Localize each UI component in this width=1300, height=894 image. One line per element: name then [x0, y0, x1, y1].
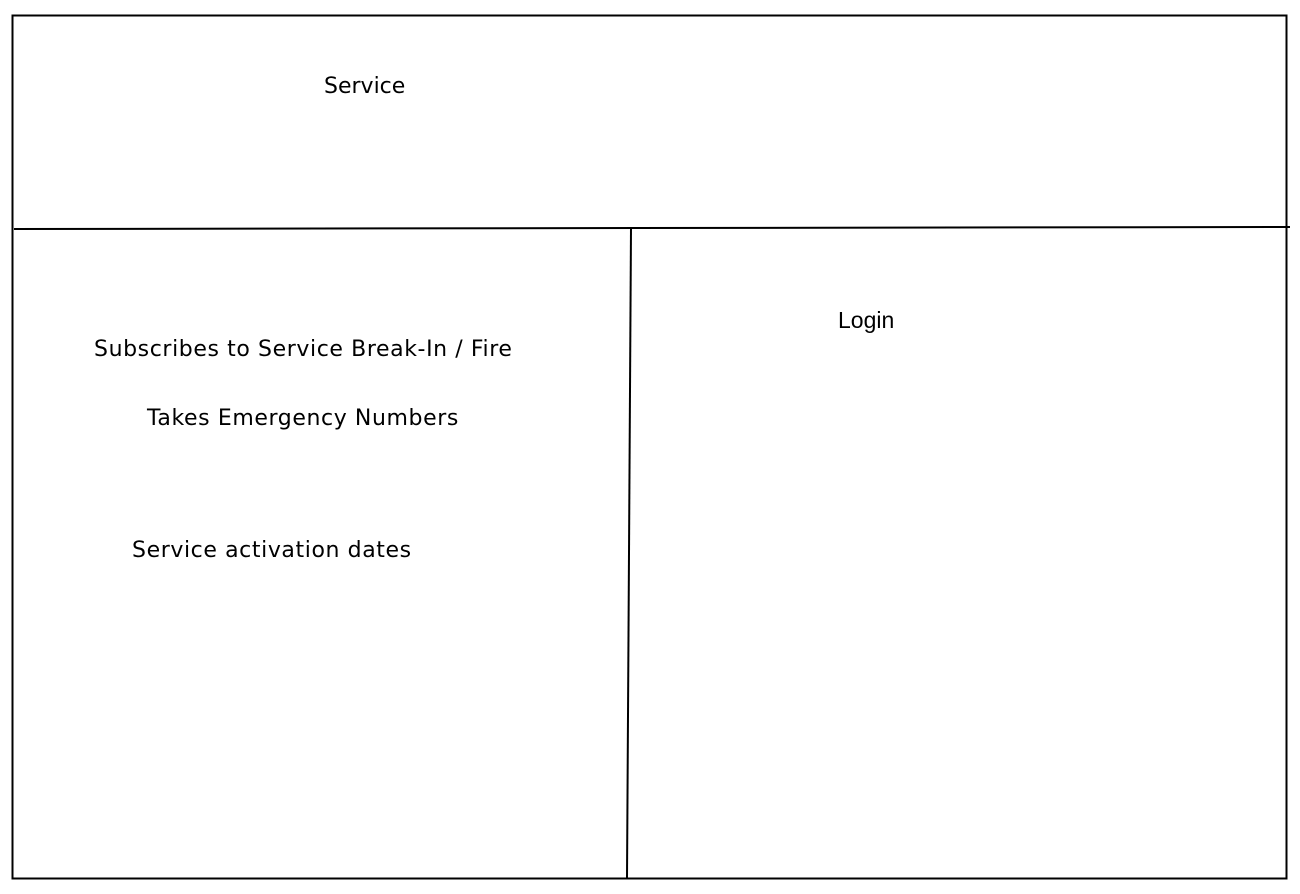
- wireframe-canvas: [11, 14, 1291, 880]
- left-panel-item-emergency-numbers: Takes Emergency Numbers: [147, 406, 459, 431]
- header-divider: [13, 226, 1291, 230]
- outer-frame: [11, 14, 1288, 880]
- left-panel-item-activation-dates: Service activation dates: [132, 538, 412, 563]
- left-panel-item-subscribes: Subscribes to Service Break-In / Fire: [94, 337, 513, 362]
- login-label[interactable]: Login: [838, 309, 894, 332]
- panel-divider: [626, 227, 632, 879]
- header-title: Service: [324, 74, 406, 99]
